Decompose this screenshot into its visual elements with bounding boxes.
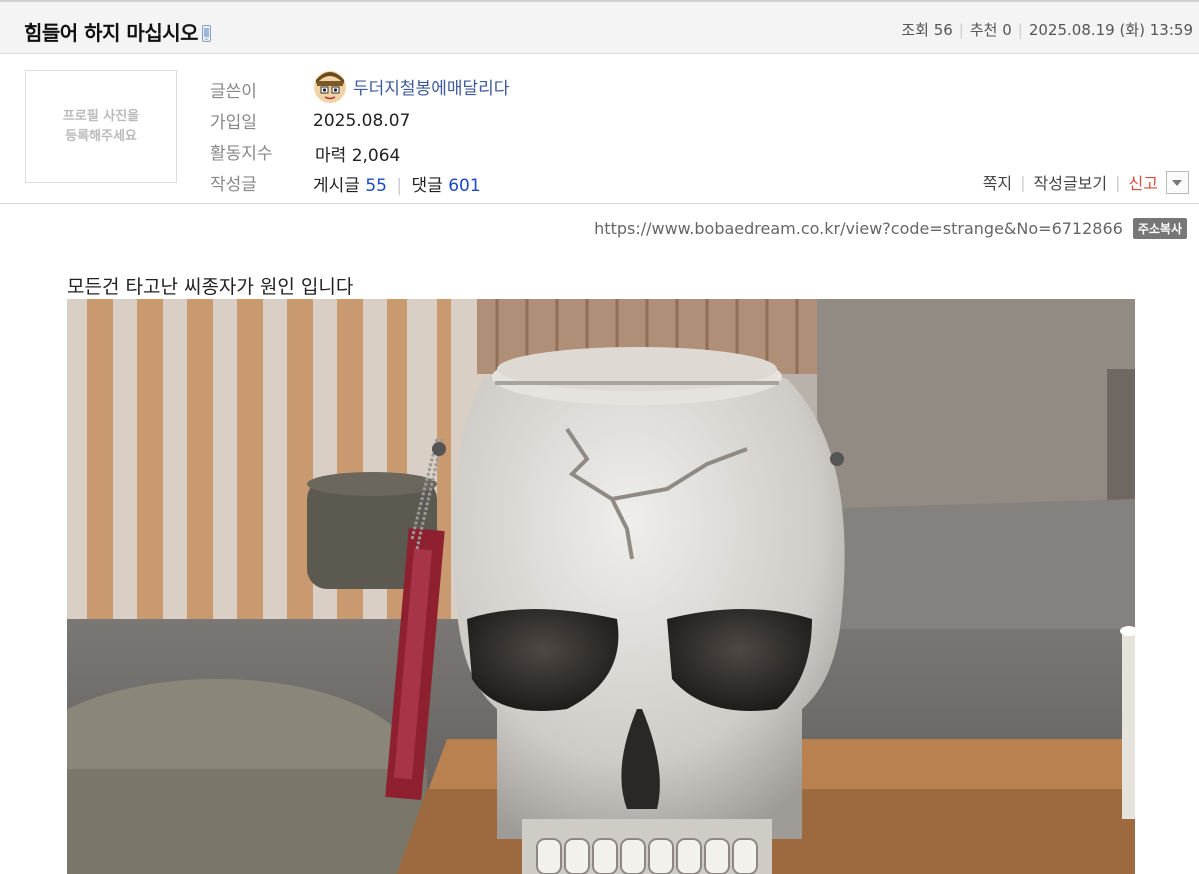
chevron-down-icon[interactable] bbox=[1166, 170, 1189, 194]
post-datetime: 2025.08.19 (화) 13:59 bbox=[1028, 21, 1193, 39]
placeholder-line1: 프로필 사진을 bbox=[62, 108, 140, 124]
post-header: 힘들어 하지 마십시오 조회 56 | 추천 0 | 2025.08.19 (화) 13… bbox=[0, 2, 1199, 54]
activity-value: 마력 2,064 bbox=[315, 141, 400, 166]
post-url[interactable]: https://www.bobaedream.co.kr/view?code=s… bbox=[594, 219, 1123, 238]
copy-url-button[interactable]: 주소복사 bbox=[1132, 218, 1187, 239]
activity-number: 2,064 bbox=[351, 146, 401, 166]
activity-label: 활동지수 bbox=[210, 144, 273, 164]
author-profile: 프로필 사진을 등록해주세요 글쓴이 두더지철봉에매달리다 가입일 2025.0… bbox=[0, 54, 1199, 204]
view-posts-link[interactable]: 작성글보기 bbox=[1034, 170, 1108, 194]
posts-count[interactable]: 55 bbox=[365, 176, 387, 196]
post-meta: 조회 56 | 추천 0 | 2025.08.19 (화) 13:59 bbox=[901, 21, 1193, 39]
skull-container-photo bbox=[67, 299, 1135, 874]
posts-label: 작성글 bbox=[210, 175, 257, 195]
placeholder-line2: 등록해주세요 bbox=[65, 128, 137, 144]
mobile-icon bbox=[202, 25, 212, 42]
avatar-icon bbox=[314, 71, 346, 103]
activity-name: 마력 bbox=[315, 146, 347, 166]
recommend-count: 0 bbox=[1002, 21, 1012, 39]
post-image bbox=[67, 299, 1135, 874]
author-nickname[interactable]: 두더지철봉에매달리다 bbox=[313, 70, 509, 104]
joined-date: 2025.08.07 bbox=[313, 111, 411, 131]
posts-name: 게시글 bbox=[313, 176, 360, 196]
message-link[interactable]: 쪽지 bbox=[983, 170, 1012, 194]
post-url-row: https://www.bobaedream.co.kr/view?code=s… bbox=[594, 218, 1187, 239]
post-title-text: 힘들어 하지 마십시오 bbox=[24, 21, 199, 45]
comments-count[interactable]: 601 bbox=[448, 176, 480, 196]
profile-photo-placeholder: 프로필 사진을 등록해주세요 bbox=[25, 70, 177, 183]
author-label: 글쓴이 bbox=[210, 82, 257, 102]
post-body-text: 모든건 타고난 씨종자가 원인 입니다 bbox=[67, 276, 354, 298]
recommend-label: 추천 bbox=[969, 21, 998, 39]
author-actions: 쪽지 | 작성글보기 | 신고 bbox=[983, 170, 1189, 194]
post-title: 힘들어 하지 마십시오 bbox=[24, 17, 212, 46]
posts-stats: 게시글 55 | 댓글 601 bbox=[313, 176, 481, 196]
comments-name: 댓글 bbox=[411, 176, 443, 196]
joined-label: 가입일 bbox=[210, 113, 257, 133]
views-label: 조회 bbox=[901, 21, 929, 39]
views-count: 56 bbox=[933, 21, 953, 39]
report-link[interactable]: 신고 bbox=[1129, 170, 1158, 194]
author-name[interactable]: 두더지철봉에매달리다 bbox=[353, 79, 509, 99]
